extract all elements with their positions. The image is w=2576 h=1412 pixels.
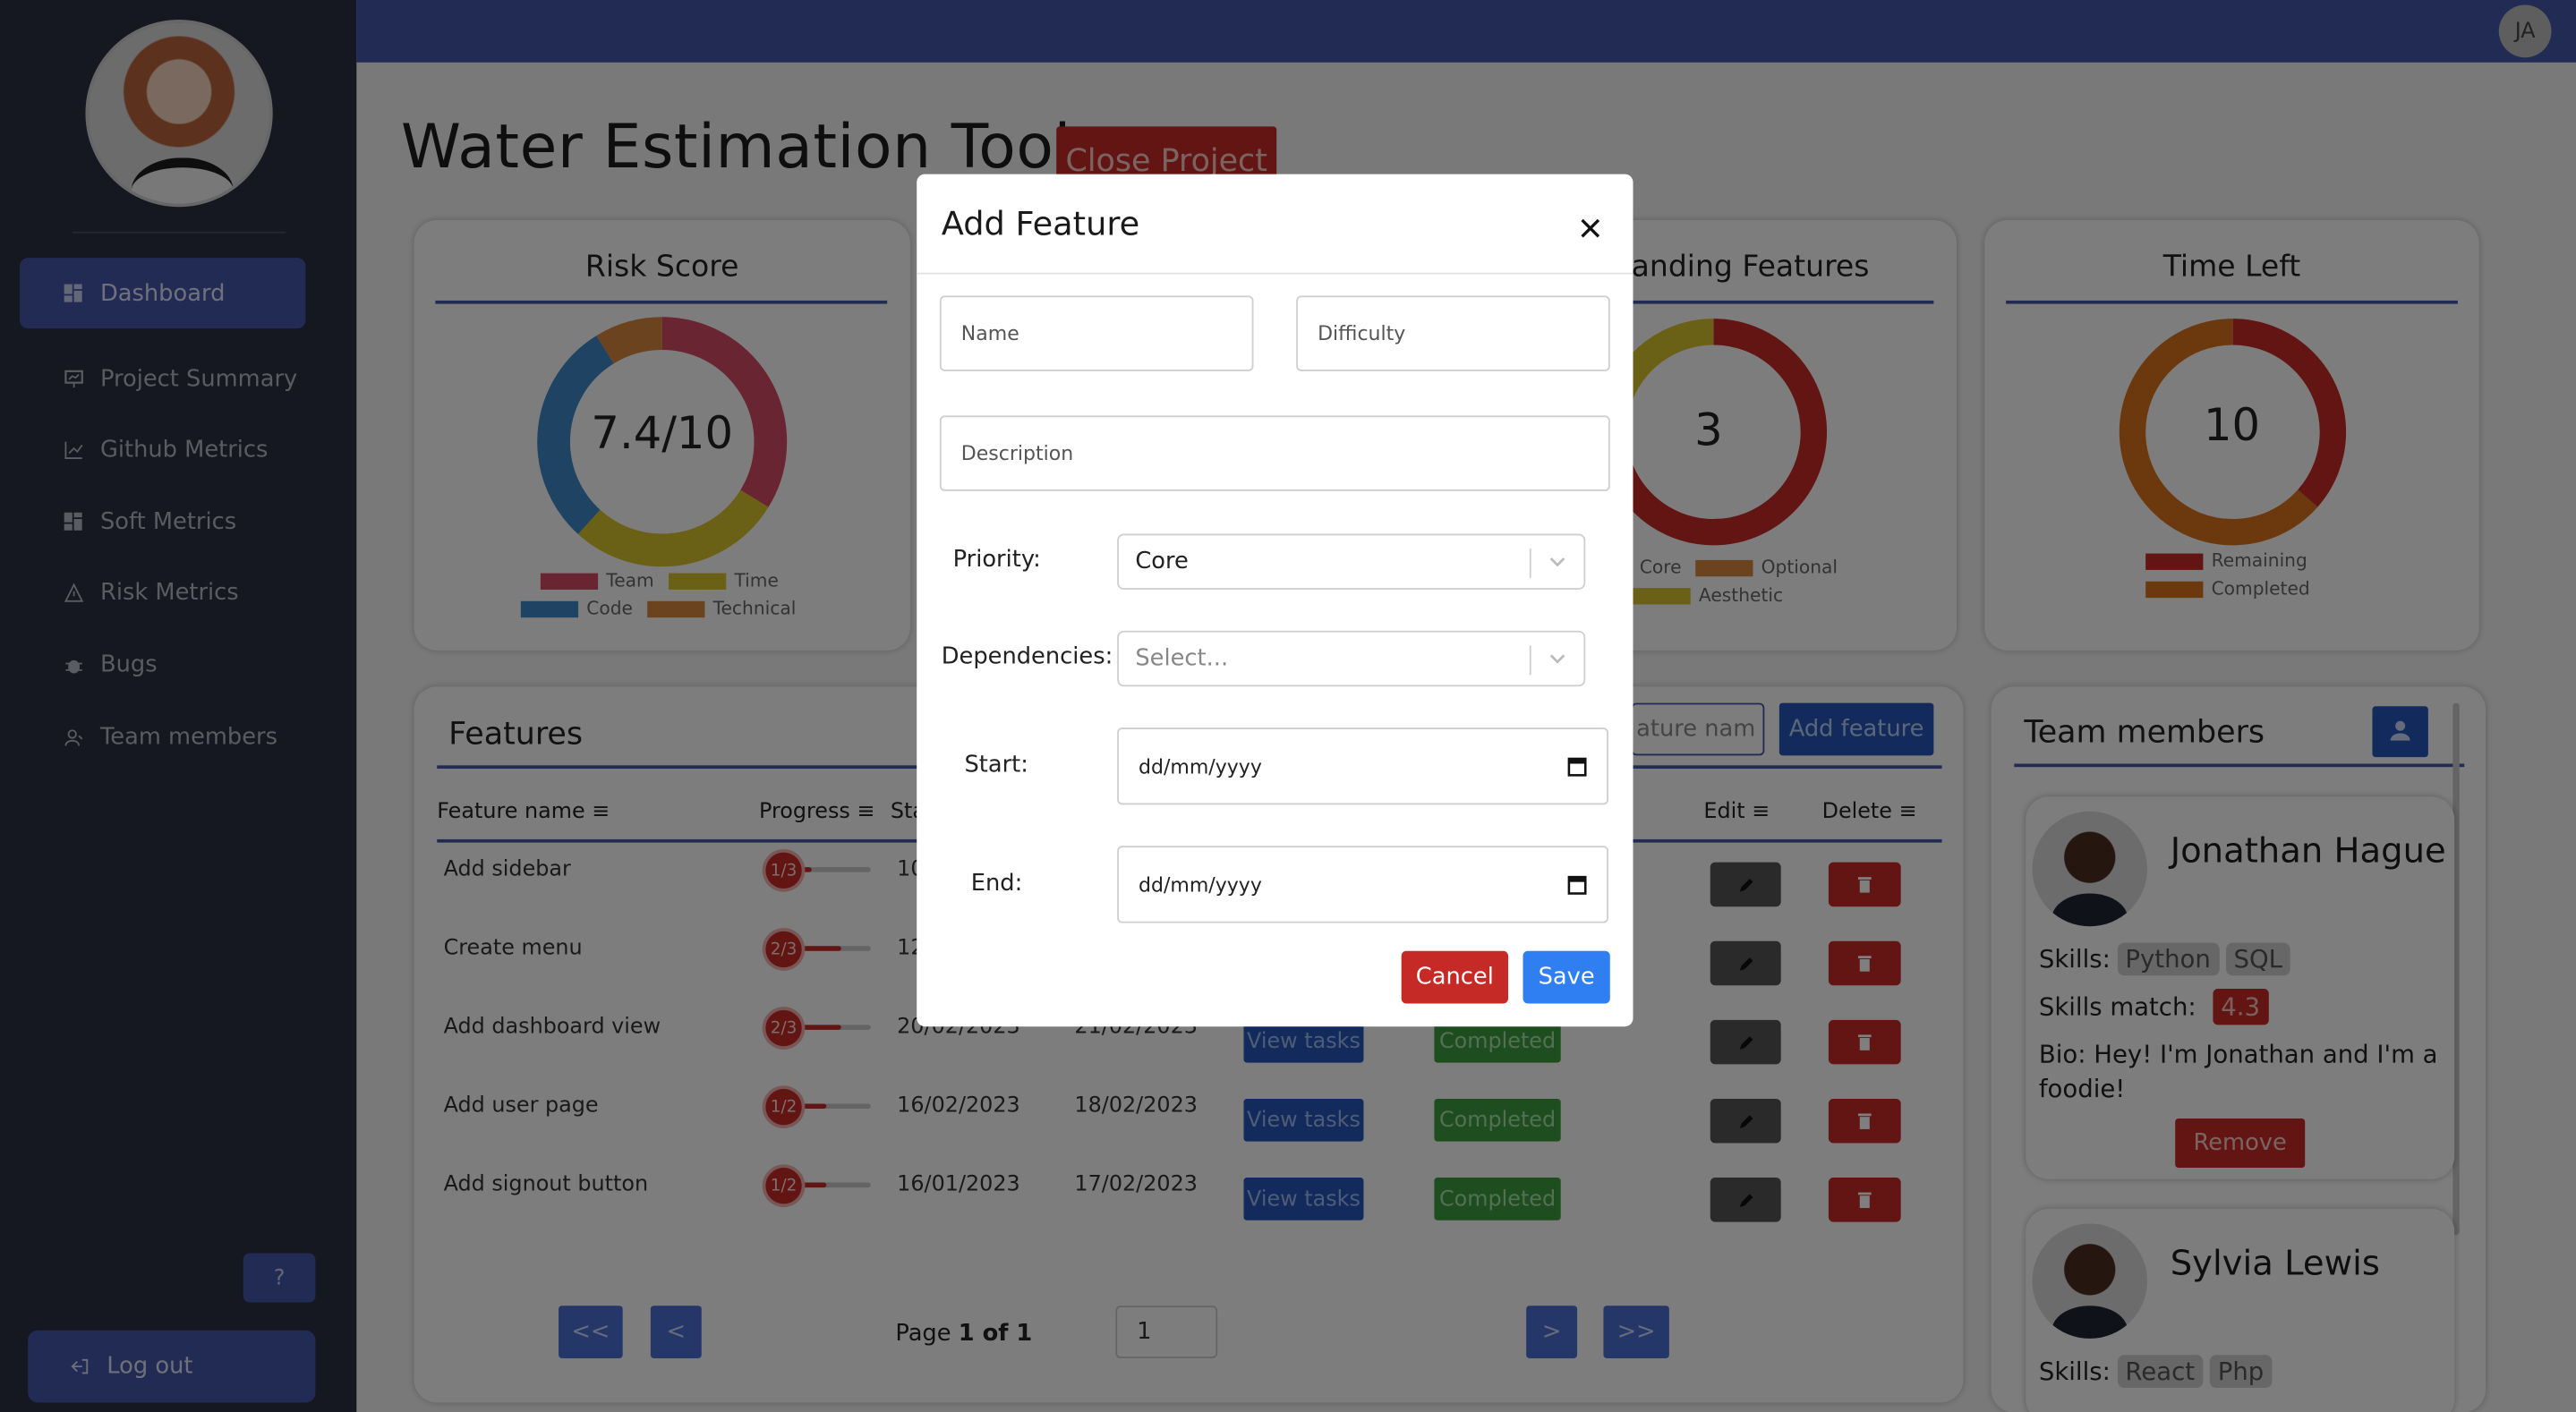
app-root: Dashboard Project Summary Github Metrics… xyxy=(0,0,2576,1412)
end-date-input[interactable]: dd/mm/yyyy xyxy=(1117,846,1608,923)
save-button[interactable]: Save xyxy=(1523,950,1610,1004)
calendar-icon[interactable] xyxy=(1567,873,1587,899)
calendar-icon[interactable] xyxy=(1567,755,1587,781)
dependencies-placeholder: Select... xyxy=(1135,645,1229,672)
difficulty-input[interactable]: Difficulty xyxy=(1296,295,1610,371)
priority-select[interactable]: Core xyxy=(1117,533,1586,590)
cancel-button[interactable]: Cancel xyxy=(1401,950,1508,1004)
description-input[interactable]: Description xyxy=(939,415,1610,491)
start-date-input[interactable]: dd/mm/yyyy xyxy=(1117,727,1608,805)
chevron-down-icon xyxy=(1548,649,1567,675)
end-date-value: dd/mm/yyyy xyxy=(1139,872,1262,897)
priority-value: Core xyxy=(1135,549,1189,575)
start-label: Start: xyxy=(964,752,1028,779)
dependencies-select[interactable]: Select... xyxy=(1117,630,1586,687)
name-input[interactable]: Name xyxy=(939,295,1254,371)
close-icon[interactable] xyxy=(1577,215,1603,241)
start-date-value: dd/mm/yyyy xyxy=(1139,754,1262,778)
priority-label: Priority: xyxy=(952,547,1041,574)
modal-title: Add Feature xyxy=(941,203,1140,243)
add-feature-modal: Add Feature Name Difficulty Description … xyxy=(917,174,1633,1027)
end-label: End: xyxy=(970,870,1023,897)
modal-header: Add Feature xyxy=(917,174,1633,275)
dependencies-label: Dependencies: xyxy=(941,643,1113,670)
chevron-down-icon xyxy=(1548,552,1567,578)
